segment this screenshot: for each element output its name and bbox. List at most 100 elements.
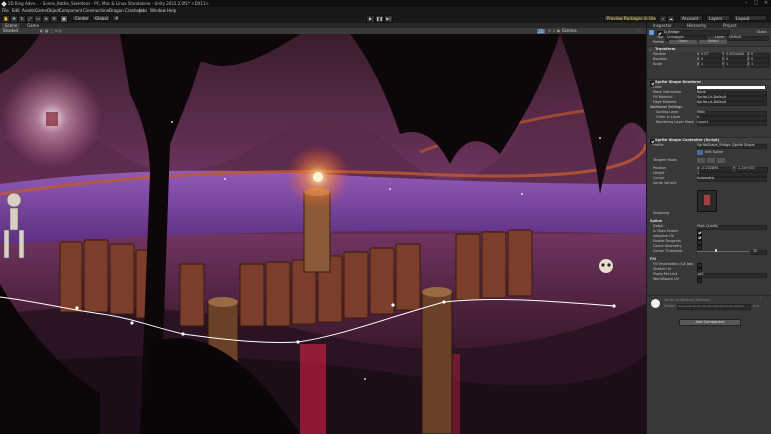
tangent-broken-button[interactable] — [717, 157, 725, 163]
renderer-edge-material-row: Edge Material Sprite-Lit-Default — [647, 100, 771, 106]
prefab-select-label: Select — [707, 39, 719, 44]
sprite-variant-label: Sprite Variant — [653, 181, 677, 185]
world-space-uv-checkbox[interactable] — [697, 277, 702, 283]
edit-spline-button[interactable] — [697, 149, 703, 155]
sprite-variant-thumbnail[interactable] — [697, 190, 717, 212]
adaptive-uv-row: Adaptive UV — [647, 234, 771, 240]
tab-project[interactable]: Project — [723, 23, 737, 28]
rot-y-label: Y — [722, 57, 725, 61]
tab-inspector[interactable]: Inspector — [653, 23, 672, 28]
pivot-toggle[interactable]: Center — [72, 15, 90, 21]
layers-dropdown[interactable]: Layers — [706, 15, 730, 21]
point-x-value: -0.202894 — [701, 166, 719, 170]
transform-tool-icon[interactable]: ⊕ — [42, 15, 50, 23]
scl-x-field[interactable] — [700, 62, 722, 68]
order-in-layer-row: Order in Layer 0 — [647, 115, 771, 121]
order-in-layer-label: Order in Layer — [656, 115, 681, 119]
scl-y-field[interactable] — [725, 62, 747, 68]
minimize-icon[interactable]: – — [741, 0, 751, 7]
pos-x-label: X — [697, 52, 700, 56]
menu-cinemachine[interactable]: Cinemachine — [83, 7, 109, 14]
scale-label: Scale — [653, 62, 663, 66]
sorting-layer-row: Sorting Layer Main — [647, 110, 771, 116]
additional-settings-label: Additional Settings — [650, 105, 683, 109]
menu-edit[interactable]: Edit — [12, 7, 20, 14]
menu-assets[interactable]: Assets — [22, 7, 35, 14]
profile-row: Profile SpriteShape_Bridge (Sprite Shape — [647, 143, 771, 149]
prefab-select-button[interactable]: Select — [699, 40, 727, 44]
maximize-icon[interactable]: □ — [751, 0, 761, 7]
menu-jobs[interactable]: Jobs — [139, 7, 147, 14]
search-icon[interactable]: ⌕ — [659, 15, 667, 23]
prefab-open-button[interactable]: Open — [669, 40, 697, 44]
stretch-uv-row: Stretch UV — [647, 267, 771, 273]
menu-help[interactable]: Help — [167, 7, 176, 14]
close-icon[interactable]: × — [761, 0, 771, 7]
height-label: Height — [653, 171, 665, 175]
scale-tool-icon[interactable]: ⤢ — [26, 15, 34, 23]
mask-interaction-value: None — [697, 90, 706, 94]
add-component-label: Add Component — [695, 320, 725, 324]
move-tool-icon[interactable]: ✥ — [10, 15, 18, 23]
corner-label: Corner — [653, 176, 665, 180]
rect-tool-icon[interactable]: ▭ — [34, 15, 42, 23]
rotate-tool-icon[interactable]: ↻ — [18, 15, 26, 23]
corner-threshold-slider-handle[interactable] — [715, 249, 717, 253]
shader-edit-button[interactable]: Edit... — [753, 304, 762, 308]
edge-material-value: Sprite-Lit-Default — [697, 100, 727, 104]
cache-geometry-row: Cache Geometry — [647, 244, 771, 250]
sorting-layer-label: Sorting Layer — [656, 110, 679, 114]
fill-material-label: Fill Material — [653, 95, 673, 99]
transform-scale-row: Scale X 1 Y 1 Z 1 — [647, 62, 771, 68]
rendering-layer-mask-value: Layer1 — [697, 120, 709, 124]
tangent-continuous-button[interactable] — [707, 157, 715, 163]
menu-file[interactable]: File — [2, 7, 9, 14]
layout-dropdown[interactable]: Layout — [733, 15, 767, 21]
point-position-row: Position X -0.202894 Y -1.24+437 — [647, 166, 771, 172]
world-space-uv-label: WorldSpace UV — [653, 277, 679, 281]
height-value: 1 — [697, 171, 700, 175]
space-toggle[interactable]: Global — [92, 15, 110, 21]
edit-spline-label: Edit Spline — [705, 150, 724, 154]
cloud-icon[interactable]: ☁ — [667, 15, 675, 23]
rot-z-value: 0 — [751, 57, 754, 61]
material-settings-icon[interactable]: ⋮ — [759, 297, 763, 301]
play-button[interactable]: ▶ — [366, 15, 375, 23]
editor-tool-icon[interactable]: ▣ — [60, 15, 68, 23]
hand-tool-icon[interactable]: ✋ — [2, 15, 10, 23]
transform-position-row: Position X 0.07 Y 0.0034445 Z 0 — [647, 52, 771, 58]
color-swatch[interactable] — [697, 85, 765, 89]
custom-tool-icon[interactable]: ⚒ — [50, 15, 58, 23]
corner-value: Automatic — [697, 176, 715, 180]
pause-button[interactable]: ❚❚ — [375, 15, 384, 23]
fill-material-value: Sprite-Lit-Default — [697, 95, 727, 99]
menu-dragon-crashers[interactable]: Dragon Crashers — [109, 7, 143, 14]
preview-packages-dropdown[interactable]: Preview Packages in Use — [604, 15, 656, 21]
pos-x-value: 0.07 — [701, 52, 709, 56]
point-x-label: X — [697, 166, 700, 170]
layer-value: Default — [729, 35, 742, 39]
fill-tessellation-row: Fill Tessellation (C# Job) — [647, 262, 771, 268]
toggle-2d-button[interactable]: 2D — [537, 28, 545, 34]
account-dropdown[interactable]: Account — [679, 15, 703, 21]
detail-label: Detail — [653, 224, 663, 228]
menu-component[interactable]: Component — [59, 7, 82, 14]
tangent-linear-button[interactable] — [697, 157, 705, 163]
point-position-label: Position — [653, 166, 667, 170]
corner-threshold-slider-track[interactable] — [697, 250, 749, 252]
scene-viewport[interactable] — [0, 34, 646, 434]
cache-geometry-label: Cache Geometry — [653, 244, 682, 248]
add-component-button[interactable]: Add Component — [679, 319, 741, 326]
prefab-cube-icon — [649, 29, 654, 35]
additional-settings-foldout[interactable]: Additional Settings — [647, 105, 771, 109]
step-button[interactable]: ▶| — [384, 15, 393, 23]
menu-window[interactable]: Window — [150, 7, 166, 14]
rot-x-value: 0 — [701, 57, 704, 61]
inspector-tab-bar: Inspector Hierarchy Project — [647, 23, 771, 28]
shader-label: Shader — [664, 304, 676, 308]
tab-hierarchy[interactable]: Hierarchy — [687, 23, 706, 28]
open-ended-label: Is Open Ended — [653, 229, 678, 233]
menu-gameobject[interactable]: GameObject — [35, 7, 60, 14]
grid-snap-icon[interactable]: # — [112, 15, 120, 21]
snapping-row: Snapping — [647, 211, 771, 215]
